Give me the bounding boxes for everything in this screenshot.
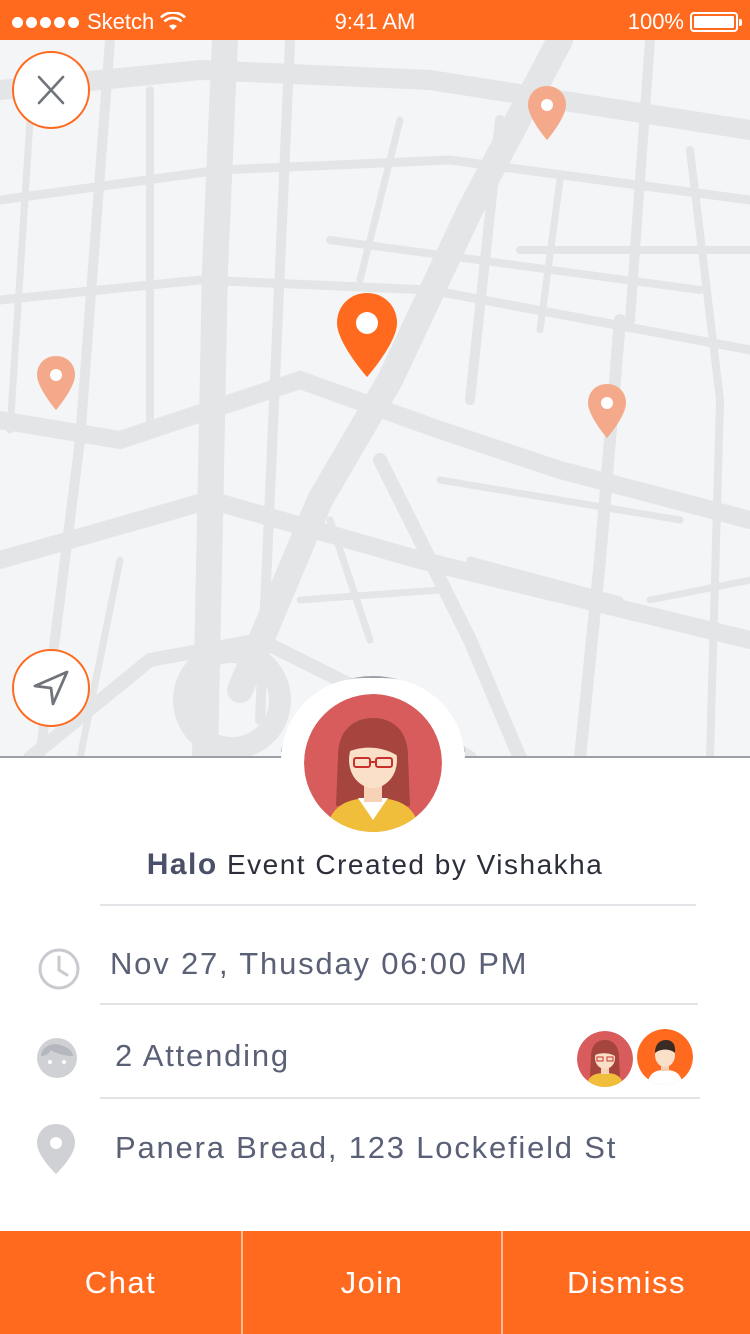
map-view[interactable]: [0, 40, 750, 758]
event-name: Halo: [146, 848, 218, 881]
event-title: Halo Event Created by Vishakha: [0, 848, 750, 882]
person-face-icon: [37, 1038, 77, 1078]
close-button[interactable]: [12, 51, 90, 129]
status-bar: Sketch 9:41 AM 100%: [0, 0, 750, 40]
location-pin-icon: [37, 1124, 75, 1174]
divider: [100, 1003, 698, 1005]
map-pin-selected-icon[interactable]: [335, 291, 399, 379]
event-created-by: Event Created by Vishakha: [226, 849, 604, 880]
map-pin-icon[interactable]: [527, 85, 567, 141]
divider: [100, 904, 696, 906]
close-icon: [37, 75, 65, 105]
navigation-arrow-icon: [33, 670, 69, 706]
action-bar: Chat Join Dismiss: [0, 1231, 750, 1334]
attendee-avatar[interactable]: [577, 1031, 633, 1087]
chat-button[interactable]: Chat: [0, 1231, 241, 1334]
dismiss-button[interactable]: Dismiss: [503, 1231, 750, 1334]
creator-avatar[interactable]: [304, 694, 442, 832]
event-datetime: Nov 27, Thusday 06:00 PM: [110, 946, 529, 981]
action-separator: [241, 1231, 243, 1334]
event-location[interactable]: Panera Bread, 123 Lockefield St: [115, 1130, 617, 1166]
status-right: 100%: [627, 9, 742, 35]
battery-percent: 100%: [627, 9, 684, 34]
divider: [100, 1097, 700, 1099]
attendee-avatar[interactable]: [637, 1029, 693, 1085]
join-button[interactable]: Join: [243, 1231, 501, 1334]
map-pin-icon[interactable]: [36, 355, 76, 411]
attending-count[interactable]: 2 Attending: [115, 1038, 290, 1074]
locate-me-button[interactable]: [12, 649, 90, 727]
map-pin-icon[interactable]: [587, 383, 627, 439]
action-separator: [501, 1231, 503, 1334]
map-roads: [0, 40, 750, 758]
battery-icon: [690, 12, 742, 32]
clock-icon: [38, 948, 80, 990]
